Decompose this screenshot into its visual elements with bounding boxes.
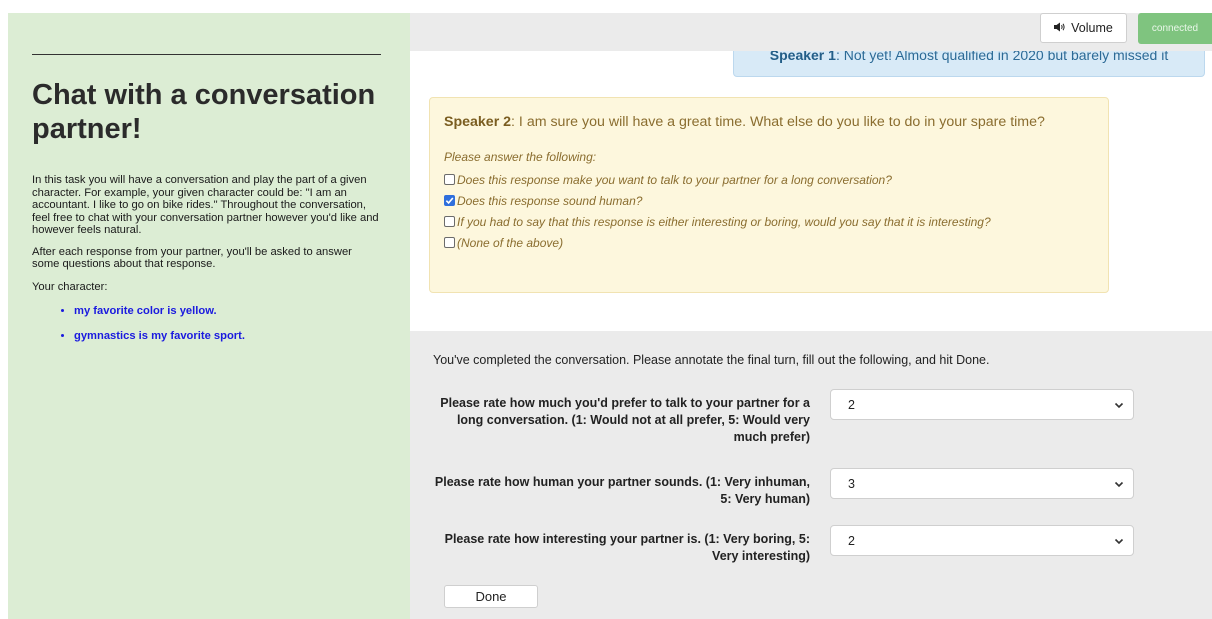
option-label: If you had to say that this response is … bbox=[457, 214, 991, 229]
annotation-option-long-conversation[interactable]: Does this response make you want to talk… bbox=[444, 169, 1108, 190]
completion-message: You've completed the conversation. Pleas… bbox=[433, 353, 990, 367]
checkmark-icon bbox=[445, 197, 454, 205]
option-label: (None of the above) bbox=[457, 235, 564, 250]
checkbox-checked[interactable] bbox=[444, 195, 455, 206]
done-button[interactable]: Done bbox=[444, 585, 538, 608]
selected-value: 3 bbox=[848, 476, 855, 491]
instructions-panel: Chat with a conversation partner! In thi… bbox=[8, 13, 410, 619]
rating-select-human[interactable]: 3 bbox=[830, 468, 1134, 499]
selected-value: 2 bbox=[848, 533, 855, 548]
task-intro: In this task you will have a conversatio… bbox=[32, 174, 379, 236]
trait-item: gymnastics is my favorite sport. bbox=[74, 330, 382, 342]
message-speaker-2: Speaker 2: I am sure you will have a gre… bbox=[429, 97, 1109, 293]
top-bar: Volume connected bbox=[410, 13, 1212, 51]
rating-select-long-conversation[interactable]: 2 bbox=[830, 389, 1134, 420]
character-traits: my favorite color is yellow. gymnastics … bbox=[32, 305, 382, 342]
checkbox[interactable] bbox=[444, 237, 455, 248]
annotation-option-none[interactable]: (None of the above) bbox=[444, 232, 1108, 253]
rating-question-label: Please rate how human your partner sound… bbox=[434, 475, 810, 506]
trait-item: my favorite color is yellow. bbox=[74, 305, 382, 317]
volume-button[interactable]: Volume bbox=[1040, 13, 1127, 43]
message-text: : I am sure you will have a great time. … bbox=[511, 114, 1045, 130]
checkbox[interactable] bbox=[444, 174, 455, 185]
rating-question-label: Please rate how interesting your partner… bbox=[444, 532, 810, 563]
task-after: After each response from your partner, y… bbox=[32, 245, 352, 271]
option-label: Does this response make you want to talk… bbox=[457, 172, 892, 187]
selected-value: 2 bbox=[848, 397, 855, 412]
chevron-down-icon bbox=[1114, 402, 1124, 409]
rating-question-label: Please rate how much you'd prefer to tal… bbox=[440, 396, 810, 444]
speaker-name: Speaker 2 bbox=[444, 114, 512, 130]
option-label: Does this response sound human? bbox=[457, 193, 643, 208]
annotation-option-sounds-human[interactable]: Does this response sound human? bbox=[444, 190, 1108, 211]
speaker-icon bbox=[1054, 21, 1066, 35]
chevron-down-icon bbox=[1114, 538, 1124, 545]
annotation-option-interesting[interactable]: If you had to say that this response is … bbox=[444, 211, 1108, 232]
volume-label: Volume bbox=[1071, 21, 1113, 35]
rating-select-interesting[interactable]: 2 bbox=[830, 525, 1134, 556]
annotation-prompt: Please answer the following: bbox=[444, 150, 597, 164]
final-survey-panel: You've completed the conversation. Pleas… bbox=[410, 331, 1212, 619]
divider bbox=[32, 54, 381, 55]
connection-status-badge: connected bbox=[1138, 13, 1212, 44]
page-title: Chat with a conversation partner! bbox=[32, 79, 376, 145]
checkbox[interactable] bbox=[444, 216, 455, 227]
chevron-down-icon bbox=[1114, 481, 1124, 488]
character-label: Your character: bbox=[32, 280, 108, 293]
